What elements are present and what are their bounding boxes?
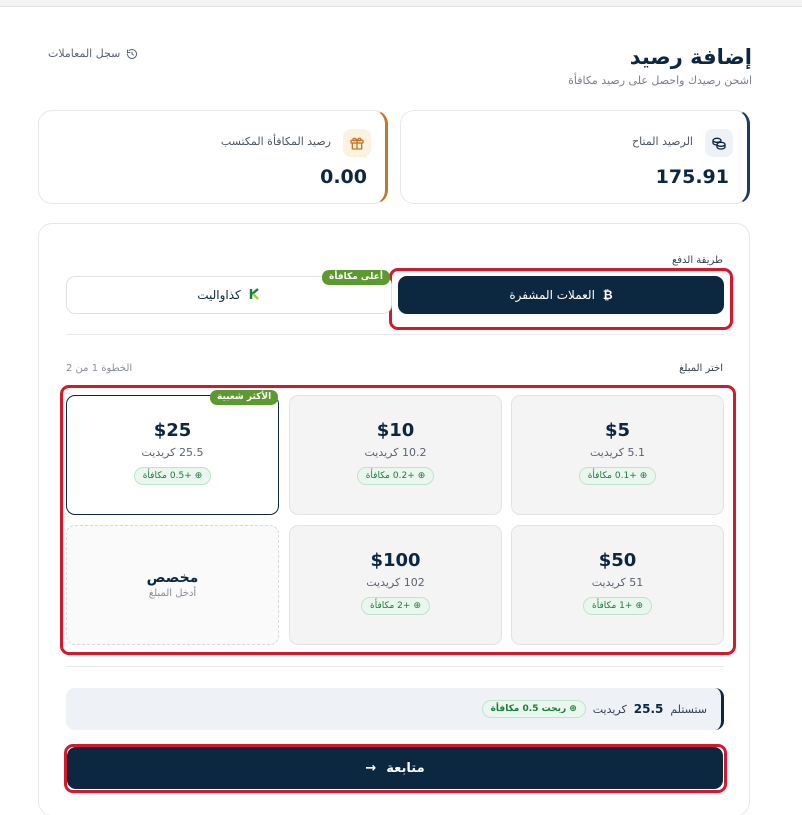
available-balance-value: 175.91 <box>655 166 729 188</box>
history-link-label: سجل المعاملات <box>48 47 121 60</box>
coins-icon <box>705 129 733 157</box>
page-frame: إضافة رصيد اشحن رصيدك واحصل على رصيد مكا… <box>0 6 802 815</box>
section-divider <box>66 334 724 335</box>
option-bonus-badge: ⊕ +2 مكافأة <box>361 597 430 615</box>
choose-amount-label: اختر المبلغ <box>679 363 723 374</box>
option-credits: 25.5 كريديت <box>141 446 204 459</box>
option-bonus-text: +2 مكافأة <box>370 601 411 611</box>
option-price: $50 <box>598 550 637 571</box>
reward-balance-value: 0.00 <box>320 166 367 188</box>
gift-icon: ⊕ <box>413 601 421 611</box>
topup-panel: طريقة الدفع ₿ العملات المشفرة كذاواليت أ… <box>38 223 750 815</box>
bitcoin-icon: ₿ <box>602 288 613 302</box>
custom-option-title: مخصص <box>146 570 199 586</box>
amount-option-100[interactable]: $100 102 كريديت ⊕ +2 مكافأة <box>289 525 502 645</box>
option-credits: 10.2 كريديت <box>364 446 427 459</box>
option-price: $5 <box>604 420 631 441</box>
amount-option-25[interactable]: $25 25.5 كريديت ⊕ +0.5 مكافأة <box>66 395 279 515</box>
continue-label: متابعة <box>386 760 425 776</box>
receive-amount: 25.5 <box>633 702 664 716</box>
reward-balance-label: رصيد المكافأة المكتسب <box>220 135 331 148</box>
continue-button[interactable]: متابعة → <box>67 747 723 789</box>
option-price: $100 <box>370 550 421 571</box>
custom-option-subtitle: أدخل المبلغ <box>148 588 197 599</box>
option-bonus-badge: ⊕ +0.5 مكافأة <box>133 467 212 485</box>
summary-bonus-badge: ⊕ ربحت 0.5 مكافأة <box>481 700 586 718</box>
option-bonus-badge: ⊕ +0.1 مكافأة <box>578 467 657 485</box>
amount-option-5[interactable]: $5 5.1 كريديت ⊕ +0.1 مكافأة <box>511 395 724 515</box>
page-title: إضافة رصيد <box>629 45 752 69</box>
transaction-history-link[interactable]: سجل المعاملات <box>48 47 138 60</box>
option-price: $10 <box>376 420 415 441</box>
gift-icon: ⊕ <box>569 704 577 714</box>
option-bonus-text: +0.5 مكافأة <box>142 471 192 481</box>
option-credits: 102 كريديت <box>366 576 425 589</box>
crypto-method-label: العملات المشفرة <box>509 288 595 302</box>
amount-option-custom[interactable]: مخصص أدخل المبلغ <box>66 525 279 645</box>
gift-icon: ⊕ <box>639 471 648 481</box>
gift-icon: ⊕ <box>635 601 643 611</box>
arrow-right-icon: → <box>365 760 377 776</box>
gift-icon: ⊕ <box>194 471 203 481</box>
amount-option-10[interactable]: $10 10.2 كريديت ⊕ +0.2 مكافأة <box>289 395 502 515</box>
option-bonus-text: +1 مكافأة <box>592 601 633 611</box>
summary-bonus-text: ربحت 0.5 مكافأة <box>490 704 567 714</box>
option-credits: 51 كريديت <box>591 576 644 589</box>
option-bonus-text: +0.1 مكافأة <box>587 471 637 481</box>
available-balance-card: الرصيد المتاح 175.91 <box>400 110 750 204</box>
section-divider <box>66 666 724 667</box>
page-header: إضافة رصيد اشحن رصيدك واحصل على رصيد مكا… <box>568 43 752 87</box>
payment-method-crypto-button[interactable]: ₿ العملات المشفرة <box>398 276 724 314</box>
gift-icon: ⊕ <box>417 471 426 481</box>
option-bonus-badge: ⊕ +1 مكافأة <box>583 597 652 615</box>
most-popular-badge: الأكثر شعبية <box>210 390 279 405</box>
wallet-logo-icon <box>249 287 261 303</box>
highest-reward-badge: أعلى مكافأة <box>322 270 390 285</box>
step-indicator: الخطوة 1 من 2 <box>66 363 133 374</box>
page-subtitle: اشحن رصيدك واحصل على رصيد مكافأة <box>568 74 752 87</box>
receive-summary: ستستلم 25.5 كريديت ⊕ ربحت 0.5 مكافأة <box>66 688 724 730</box>
payment-method-label: طريقة الدفع <box>671 255 723 266</box>
receive-unit: كريديت <box>592 702 627 716</box>
option-price: $25 <box>153 420 192 441</box>
option-bonus-text: +0.2 مكافأة <box>365 471 415 481</box>
option-credits: 5.1 كريديت <box>589 446 645 459</box>
receive-label: ستستلم <box>670 702 707 716</box>
gift-icon <box>343 129 371 157</box>
wallet-method-label: كذاواليت <box>197 288 241 302</box>
available-balance-label: الرصيد المتاح <box>632 135 693 148</box>
option-bonus-badge: ⊕ +0.2 مكافأة <box>356 467 435 485</box>
history-icon <box>127 48 138 59</box>
reward-balance-card: رصيد المكافأة المكتسب 0.00 <box>38 110 388 204</box>
amount-option-50[interactable]: $50 51 كريديت ⊕ +1 مكافأة <box>511 525 724 645</box>
